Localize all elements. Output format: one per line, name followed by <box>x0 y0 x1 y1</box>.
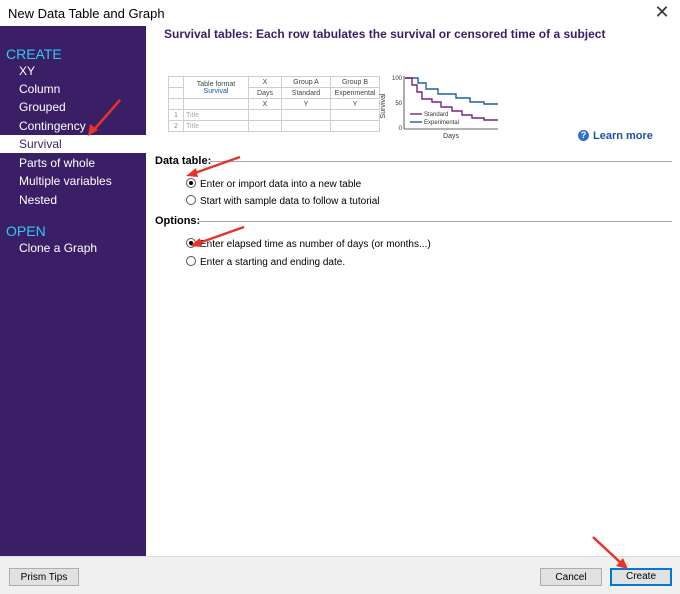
col-header-x: X <box>248 76 282 88</box>
create-section-header: CREATE <box>6 46 62 62</box>
radio-sample-data-label: Start with sample data to follow a tutor… <box>200 196 380 207</box>
experimental-curve <box>405 77 498 105</box>
divider <box>210 161 672 162</box>
radio-sample-data[interactable]: Start with sample data to follow a tutor… <box>186 194 380 207</box>
table-format-value: Survival <box>203 87 229 95</box>
sub-header-experimental: Experimental <box>330 87 380 99</box>
radio-new-table-label: Enter or import data into a new table <box>200 179 362 190</box>
title-bar: New Data Table and Graph ✕ <box>0 0 680 26</box>
row-number: 1 <box>168 109 184 121</box>
annotation-arrow-icon <box>190 225 245 247</box>
sidebar: CREATE XY Column Grouped Contingency Sur… <box>0 26 146 556</box>
main-panel: Survival tables: Each row tabulates the … <box>146 26 680 556</box>
col-type-x: X <box>248 98 282 110</box>
graph-y-tick: 0 <box>399 126 403 132</box>
sidebar-item-parts-of-whole[interactable]: Parts of whole <box>0 154 146 172</box>
graph-x-label: Days <box>443 133 459 140</box>
divider <box>198 221 672 222</box>
row-title-placeholder: Title <box>183 109 249 121</box>
legend-experimental-label: Experimental <box>424 120 459 126</box>
sidebar-item-xy[interactable]: XY <box>0 62 146 80</box>
radio-start-end-date-label: Enter a starting and ending date. <box>200 257 346 268</box>
sidebar-item-grouped[interactable]: Grouped <box>0 98 146 116</box>
legend-standard-label: Standard <box>424 112 448 118</box>
bottom-bar: Prism Tips Cancel Create <box>0 556 680 594</box>
open-section-header: OPEN <box>6 223 46 239</box>
sidebar-item-clone-graph[interactable]: Clone a Graph <box>0 239 146 257</box>
annotation-arrow-icon <box>88 99 121 136</box>
table-format-preview: Table format Survival X Group A Group B … <box>168 76 380 132</box>
sub-header-days: Days <box>248 87 282 99</box>
radio-button[interactable] <box>186 256 196 266</box>
prism-tips-button[interactable]: Prism Tips <box>9 568 79 586</box>
table-format-cell: Table format Survival <box>183 76 249 99</box>
radio-start-end-date[interactable]: Enter a starting and ending date. <box>186 255 345 268</box>
sidebar-item-multiple-variables[interactable]: Multiple variables <box>0 172 146 190</box>
learn-more-label: Learn more <box>593 130 653 142</box>
sidebar-item-nested[interactable]: Nested <box>0 191 146 209</box>
row-number: 2 <box>168 120 184 132</box>
help-icon: ? <box>578 130 589 141</box>
graph-y-label: Survival <box>380 93 387 118</box>
survival-graph-thumbnail: Survival 100 50 0 Standard Experimental … <box>380 76 498 140</box>
annotation-arrow-icon <box>592 536 628 569</box>
radio-button[interactable] <box>186 195 196 205</box>
window-title: New Data Table and Graph <box>8 6 165 21</box>
col-type-y-b: Y <box>330 98 380 110</box>
table-format-label: Table format <box>196 80 236 88</box>
col-header-group-a: Group A <box>281 76 331 88</box>
sub-header-standard: Standard <box>281 87 331 99</box>
learn-more-link[interactable]: ? Learn more <box>578 130 653 142</box>
page-title: Survival tables: Each row tabulates the … <box>164 27 606 41</box>
graph-y-tick: 100 <box>392 76 403 82</box>
graph-y-tick: 50 <box>395 101 402 107</box>
col-type-y-a: Y <box>281 98 331 110</box>
close-icon[interactable]: ✕ <box>652 2 672 23</box>
annotation-arrow-icon <box>186 155 241 177</box>
sidebar-item-column[interactable]: Column <box>0 80 146 98</box>
row-title-placeholder: Title <box>183 120 249 132</box>
sidebar-item-survival[interactable]: Survival <box>0 135 146 153</box>
col-header-group-b: Group B <box>330 76 380 88</box>
sidebar-item-contingency[interactable]: Contingency <box>0 117 146 135</box>
